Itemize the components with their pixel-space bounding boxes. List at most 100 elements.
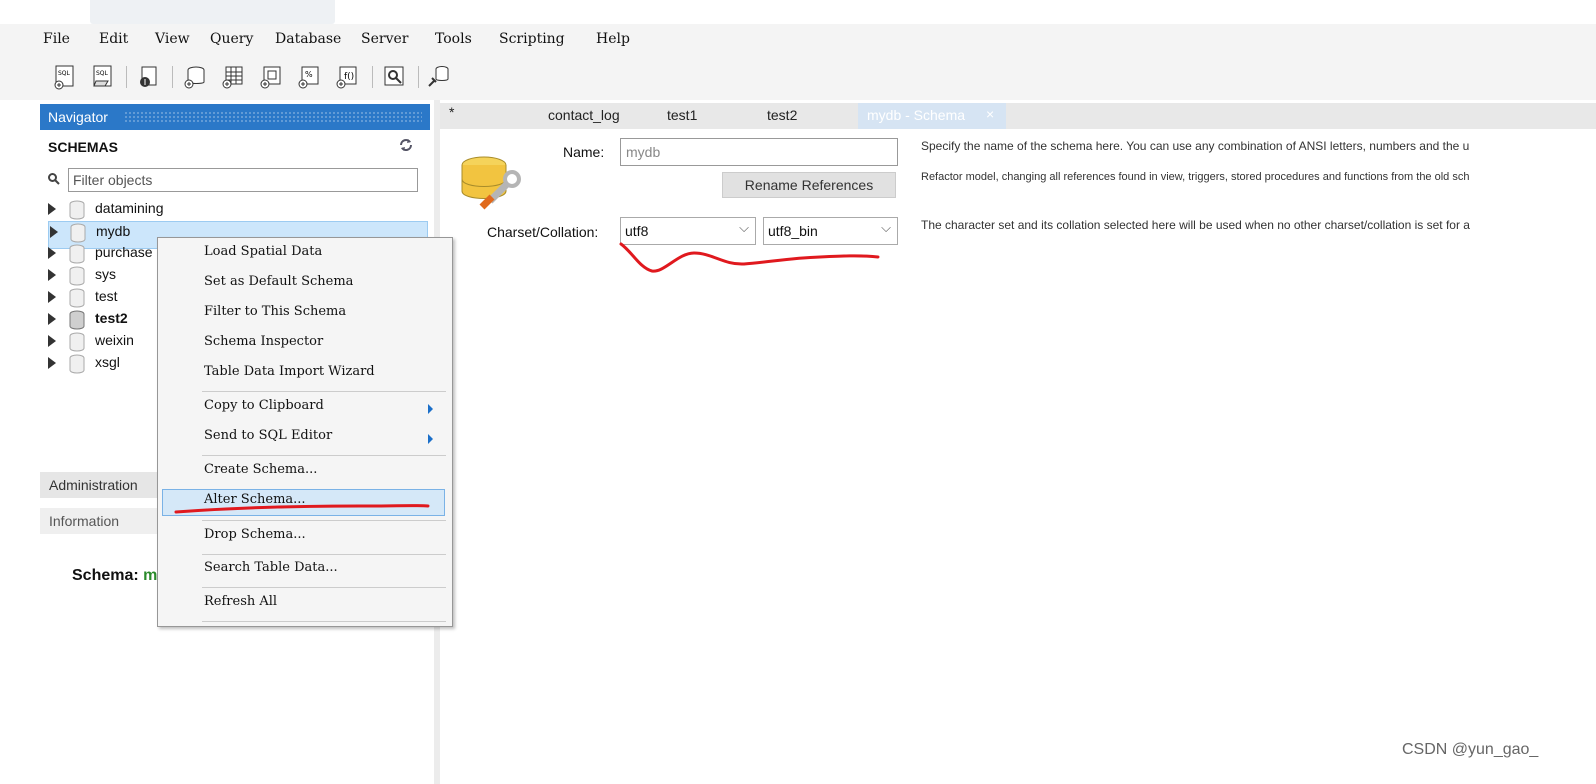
refresh-icon[interactable]: [398, 137, 414, 153]
schema-name-input[interactable]: [620, 138, 898, 166]
schema-item[interactable]: datamining: [48, 199, 428, 221]
context-menu: Load Spatial Data Set as Default Schema …: [157, 237, 453, 627]
menu-separator: [202, 455, 446, 456]
create-view-icon[interactable]: [258, 64, 284, 90]
menu-item-filter-schema[interactable]: Filter to This Schema: [204, 304, 346, 319]
toolbar-separator: [126, 66, 127, 88]
tab-administration[interactable]: Administration: [40, 472, 160, 498]
filter-objects-input[interactable]: [68, 168, 418, 192]
expand-arrow-icon[interactable]: [48, 203, 56, 215]
toolbar-separator: [372, 66, 373, 88]
connection-tab[interactable]: [90, 0, 335, 24]
menu-item-load-spatial-data[interactable]: Load Spatial Data: [204, 244, 322, 259]
help-charset-text: The character set and its collation sele…: [921, 218, 1470, 232]
navigator-title: Navigator: [48, 109, 108, 125]
expand-arrow-icon[interactable]: [48, 291, 56, 303]
menu-database[interactable]: Database: [275, 31, 341, 47]
search-data-icon[interactable]: [382, 64, 408, 90]
schema-info-label: Schema:: [72, 567, 139, 584]
create-procedure-icon[interactable]: %: [296, 64, 322, 90]
menu-item-refresh-all[interactable]: Refresh All: [204, 594, 277, 609]
expand-arrow-icon[interactable]: [48, 269, 56, 281]
menu-edit[interactable]: Edit: [99, 31, 128, 47]
database-icon: [69, 200, 85, 220]
menu-scripting[interactable]: Scripting: [499, 31, 565, 47]
menu-query[interactable]: Query: [210, 31, 253, 47]
chevron-down-icon: ⌵: [881, 220, 891, 235]
expand-arrow-icon[interactable]: [48, 313, 56, 325]
schema-info-value: m: [143, 567, 158, 584]
charset-collation-label: Charset/Collation:: [487, 224, 599, 240]
tab-contact-log[interactable]: contact_log: [548, 107, 620, 123]
menu-item-table-import-wizard[interactable]: Table Data Import Wizard: [204, 364, 375, 379]
tab-administration-label: Administration: [49, 477, 138, 493]
menu-item-send-sql-editor[interactable]: Send to SQL Editor: [204, 428, 332, 443]
menu-tools[interactable]: Tools: [435, 31, 472, 47]
help-name-text: Specify the name of the schema here. You…: [921, 139, 1470, 153]
svg-text:f(): f(): [344, 72, 354, 82]
schema-label: mydb: [96, 223, 131, 239]
tab-test2[interactable]: test2: [767, 107, 797, 123]
collation-select[interactable]: utf8_bin ⌵: [763, 217, 898, 245]
filter-box: [44, 168, 426, 194]
help-refactor-text: Refactor model, changing all references …: [921, 171, 1470, 183]
tab-mydb-schema[interactable]: mydb - Schema ×: [858, 103, 1006, 129]
inspector-icon[interactable]: [136, 64, 162, 90]
submenu-arrow-icon: [428, 404, 433, 414]
menu-item-set-default-schema[interactable]: Set as Default Schema: [204, 274, 353, 289]
database-icon: [70, 223, 86, 243]
charset-select[interactable]: utf8 ⌵: [620, 217, 756, 245]
database-icon: [69, 288, 85, 308]
menu-help[interactable]: Help: [596, 31, 630, 47]
schema-label: test: [95, 288, 118, 304]
tab-information[interactable]: Information: [40, 508, 160, 534]
menu-item-drop-schema[interactable]: Drop Schema...: [204, 527, 306, 542]
tab-modified-marker: *: [449, 104, 455, 120]
menu-separator: [202, 391, 446, 392]
expand-arrow-icon[interactable]: [48, 357, 56, 369]
menu-item-copy-clipboard[interactable]: Copy to Clipboard: [204, 398, 324, 413]
menu-separator: [202, 554, 446, 555]
menu-separator: [202, 520, 446, 521]
tab-test1[interactable]: test1: [667, 107, 697, 123]
expand-arrow-icon[interactable]: [48, 247, 56, 259]
new-sql-tab-icon[interactable]: SQL: [52, 64, 78, 90]
database-icon: [69, 354, 85, 374]
toolbar-separator: [172, 66, 173, 88]
collation-value: utf8_bin: [768, 223, 818, 239]
schema-label: sys: [95, 266, 116, 282]
menu-item-schema-inspector[interactable]: Schema Inspector: [204, 334, 323, 349]
menu-item-search-table-data[interactable]: Search Table Data...: [204, 560, 338, 575]
menu-view[interactable]: View: [155, 31, 190, 47]
chevron-down-icon: ⌵: [739, 220, 749, 235]
svg-text:%: %: [305, 70, 313, 79]
svg-text:SQL: SQL: [96, 70, 109, 77]
expand-arrow-icon[interactable]: [48, 335, 56, 347]
editor-tab-bar: * contact_log test1 test2 mydb - Schema …: [440, 103, 1596, 129]
create-function-icon[interactable]: f(): [334, 64, 360, 90]
toolbar-separator: [418, 66, 419, 88]
rename-references-button[interactable]: Rename References: [722, 172, 896, 198]
database-icon: [69, 310, 85, 330]
create-table-icon[interactable]: [220, 64, 246, 90]
charset-value: utf8: [625, 223, 649, 239]
menu-file[interactable]: File: [43, 31, 70, 47]
watermark: CSDN @yun_gao_: [1402, 741, 1539, 758]
menu-separator: [202, 587, 446, 588]
tab-mydb-schema-label: mydb - Schema: [867, 107, 966, 123]
close-icon[interactable]: ×: [986, 106, 994, 122]
database-icon: [69, 266, 85, 286]
expand-arrow-icon[interactable]: [50, 226, 58, 238]
open-sql-script-icon[interactable]: SQL: [90, 64, 116, 90]
create-schema-icon[interactable]: [182, 64, 208, 90]
reconnect-icon[interactable]: [426, 64, 452, 90]
menu-item-alter-schema[interactable]: Alter Schema...: [204, 492, 306, 507]
toolbar: SQL SQL % f(): [0, 54, 1596, 100]
search-icon: [48, 173, 60, 185]
navigator-header: Navigator: [40, 104, 430, 130]
menu-server[interactable]: Server: [361, 31, 408, 47]
menu-item-create-schema[interactable]: Create Schema...: [204, 462, 317, 477]
database-icon: [69, 244, 85, 264]
schema-info: Schema: m: [72, 567, 157, 585]
schema-label: test2: [95, 310, 128, 326]
